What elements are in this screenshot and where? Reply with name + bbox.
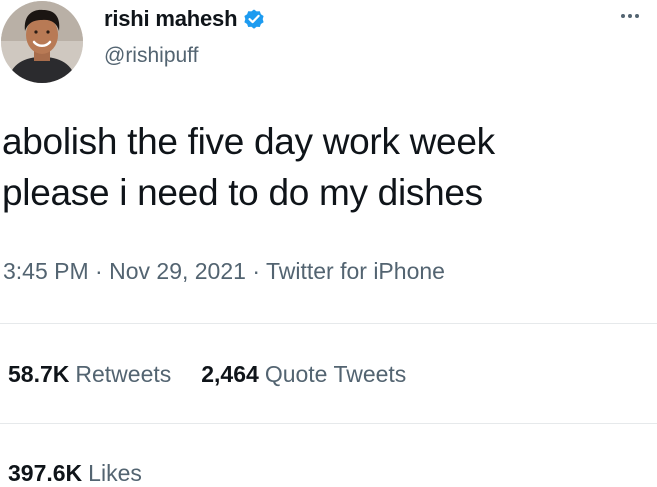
more-dots-icon[interactable] [615,6,645,26]
quote-tweets-stat[interactable]: 2,464 Quote Tweets [201,361,406,388]
tweet-source[interactable]: Twitter for iPhone [266,258,445,284]
verified-badge-icon [244,9,264,29]
tweet-text-line: abolish the five day work week [2,121,495,162]
meta-separator: · [95,258,110,284]
tweet-card: rishi mahesh @rishipuff abolish the five… [0,0,657,486]
author-name-row[interactable]: rishi mahesh [104,4,266,34]
tweet-text: abolish the five day work week please i … [2,116,652,218]
retweets-count: 58.7K [8,361,70,387]
divider [0,423,657,424]
quote-tweets-count: 2,464 [201,361,259,387]
tweet-date[interactable]: Nov 29, 2021 [109,258,246,284]
engagement-stats-row: 58.7K Retweets 2,464 Quote Tweets [8,361,436,388]
avatar[interactable] [1,1,83,83]
likes-stat[interactable]: 397.6K Likes [8,460,142,487]
quote-tweets-label: Quote Tweets [264,361,407,387]
dot [635,14,639,18]
tweet-text-line: please i need to do my dishes [2,172,483,213]
author-handle[interactable]: @rishipuff [104,44,198,68]
divider [0,323,657,324]
likes-count: 397.6K [8,460,83,486]
dot [621,14,625,18]
retweets-label: Retweets [75,361,172,387]
likes-label: Likes [88,460,142,486]
display-name[interactable]: rishi mahesh [104,6,238,32]
meta-separator: · [252,258,266,284]
tweet-meta: 3:45 PM · Nov 29, 2021 · Twitter for iPh… [3,258,445,285]
avatar-photo-icon [1,1,83,83]
tweet-time[interactable]: 3:45 PM [3,258,89,284]
retweets-stat[interactable]: 58.7K Retweets [8,361,171,388]
dot [628,14,632,18]
likes-stats-row: 397.6K Likes [8,460,172,487]
